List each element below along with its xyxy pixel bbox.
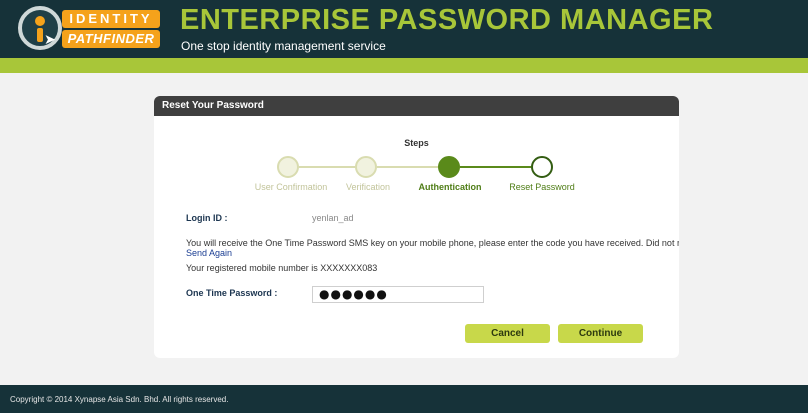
otp-label: One Time Password : [186,288,278,298]
header-accent-bar [0,58,808,73]
login-id-value: yenlan_ad [312,213,354,223]
step-circle-verification [355,156,377,178]
logo-text-bottom: PATHFINDER [62,30,160,48]
step-circle-user-confirmation [277,156,299,178]
reset-password-card: Reset Your Password Steps User Confirmat… [154,96,679,358]
app-footer: Copyright © 2014 Xynapse Asia Sdn. Bhd. … [0,385,808,413]
app-subtitle: One stop identity management service [181,39,386,53]
step-circle-authentication [438,156,460,178]
step-connector-2 [377,166,438,168]
progress-stepper: User Confirmation Verification Authentic… [154,154,679,194]
card-title: Reset Your Password [162,100,264,111]
steps-heading: Steps [404,138,429,148]
step-circle-reset-password [531,156,553,178]
logo-text-top: IDENTITY [62,10,160,28]
card-header: Reset Your Password [154,96,679,116]
registered-mobile-text: Your registered mobile number is XXXXXXX… [186,263,378,273]
cancel-button[interactable]: Cancel [465,324,550,343]
step-label-verification: Verification [345,182,391,192]
identity-pathfinder-logo[interactable]: ➤ IDENTITY PATHFINDER [18,6,164,52]
app-header: ➤ IDENTITY PATHFINDER ENTERPRISE PASSWOR… [0,0,808,58]
step-label-user-confirmation: User Confirmation [254,182,328,192]
copyright-text: Copyright © 2014 Xynapse Asia Sdn. Bhd. … [10,395,229,404]
step-label-authentication: Authentication [418,182,482,192]
app-title: ENTERPRISE PASSWORD MANAGER [180,4,714,36]
login-id-label: Login ID : [186,213,228,223]
send-again-link[interactable]: Send Again [186,248,232,258]
logo-emblem-icon: ➤ [18,6,62,50]
otp-input[interactable]: ●●●●●● [312,286,484,303]
otp-instruction-text: You will receive the One Time Password S… [186,238,679,248]
step-connector-3 [460,166,531,168]
step-connector-1 [299,166,355,168]
step-label-reset-password: Reset Password [509,182,575,192]
continue-button[interactable]: Continue [558,324,643,343]
